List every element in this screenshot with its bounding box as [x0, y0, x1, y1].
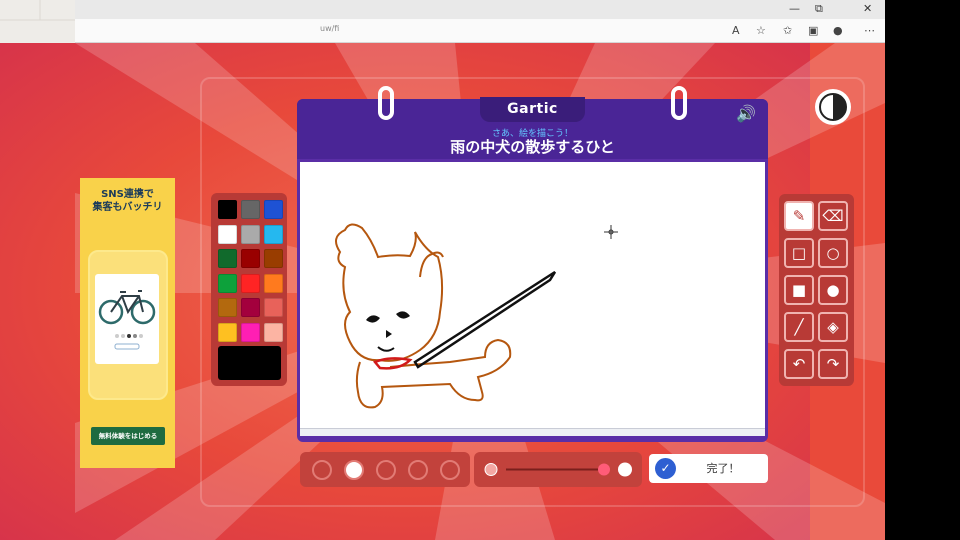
drawing-canvas[interactable]	[300, 162, 765, 432]
opacity-bar	[474, 452, 642, 487]
eraser-icon[interactable]: ⌫	[818, 201, 848, 231]
color-swatch[interactable]	[218, 273, 237, 293]
color-swatch[interactable]	[264, 224, 283, 244]
maximize-button[interactable]: ⧉	[815, 2, 823, 16]
read-aloud-icon[interactable]: A	[732, 24, 740, 37]
favorites-list-icon[interactable]: ✩	[783, 24, 792, 37]
profile-icon[interactable]: ●	[833, 24, 843, 37]
prompt-word: 雨の中犬の散歩するひと	[450, 138, 615, 156]
timer-icon	[815, 89, 851, 125]
brush-size-1[interactable]	[312, 460, 332, 480]
rectangle-fill-icon[interactable]: ■	[784, 275, 814, 305]
crosshair-icon	[604, 225, 618, 239]
ad-banner[interactable]: SNS連携で 集客もバッチリ 無料体験をはじめる	[80, 178, 175, 468]
color-swatch[interactable]	[264, 273, 283, 293]
color-swatch[interactable]	[241, 298, 260, 317]
color-swatch[interactable]	[218, 224, 237, 244]
color-swatch[interactable]	[264, 249, 283, 268]
circle-outline-icon[interactable]: ○	[818, 238, 848, 268]
color-swatch[interactable]	[218, 298, 237, 317]
ad-headline: SNS連携で 集客もバッチリ	[80, 188, 175, 214]
redo-icon[interactable]: ↷	[818, 349, 848, 379]
undo-icon[interactable]: ↶	[784, 349, 814, 379]
brush-size-5[interactable]	[440, 460, 460, 480]
color-swatch[interactable]	[241, 249, 260, 268]
ad-cta-button[interactable]: 無料体験をはじめる	[91, 427, 165, 445]
color-swatch[interactable]	[218, 249, 237, 268]
favorite-icon[interactable]: ☆	[756, 24, 766, 37]
board-ring-left	[378, 86, 394, 120]
color-swatch[interactable]	[241, 224, 260, 244]
circle-fill-icon[interactable]: ●	[818, 275, 848, 305]
gartic-logo: Gartic	[480, 97, 585, 122]
opacity-slider-handle[interactable]	[598, 463, 610, 476]
bucket-fill-icon[interactable]: ◈	[818, 312, 848, 342]
close-button[interactable]: ✕	[863, 2, 872, 15]
ad-headline-line2: 集客もバッチリ	[92, 202, 163, 213]
dog-drawing	[335, 223, 557, 409]
color-swatch[interactable]	[218, 322, 237, 342]
done-label: 完了！	[706, 462, 740, 475]
more-icon[interactable]: ⋯	[864, 24, 875, 37]
current-color-swatch	[218, 346, 281, 380]
bicycle-icon	[98, 290, 156, 350]
color-swatch[interactable]	[264, 200, 283, 219]
color-swatch[interactable]	[264, 298, 283, 317]
url-text[interactable]: uw/fi	[320, 24, 339, 33]
line-icon[interactable]: ╱	[784, 312, 814, 342]
canvas-edge	[300, 428, 765, 436]
color-swatch[interactable]	[241, 200, 260, 219]
color-swatch[interactable]	[218, 200, 237, 219]
collections-icon[interactable]: ▣	[808, 24, 818, 37]
ad-product-card	[95, 274, 159, 364]
minimize-button[interactable]: —	[789, 2, 800, 15]
pencil-icon[interactable]: ✎	[784, 201, 814, 231]
brush-size-bar	[300, 452, 470, 487]
title-bar: — ⧉ ✕	[75, 0, 885, 19]
sound-icon[interactable]: 🔊	[736, 104, 756, 123]
brush-size-2[interactable]	[344, 460, 364, 480]
color-swatch[interactable]	[264, 322, 283, 342]
ad-headline-line1: SNS連携で	[101, 189, 154, 200]
color-swatch[interactable]	[241, 273, 260, 293]
color-swatch[interactable]	[241, 322, 260, 342]
screen: — ⧉ ✕ uw/fi A ☆ ✩ ▣ ● ⋯ SNS連携で 集客もバッチリ 無…	[0, 0, 960, 540]
check-icon: ✓	[655, 458, 676, 479]
brush-size-4[interactable]	[408, 460, 428, 480]
rectangle-outline-icon[interactable]: □	[784, 238, 814, 268]
done-button[interactable]: ✓ 完了！	[649, 454, 768, 483]
brush-size-3[interactable]	[376, 460, 396, 480]
board-ring-right	[671, 86, 687, 120]
